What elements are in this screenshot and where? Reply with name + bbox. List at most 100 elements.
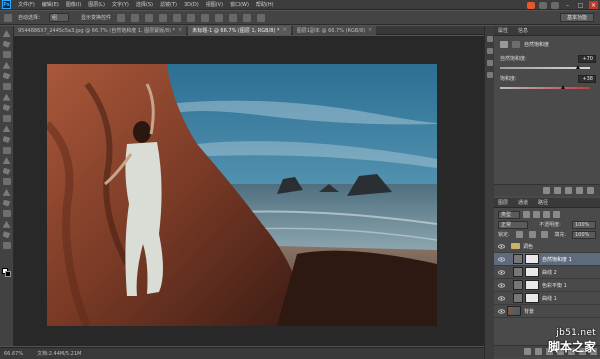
tray-icon[interactable] xyxy=(551,1,559,9)
align-middle-icon[interactable] xyxy=(131,13,140,22)
menu-filter[interactable]: 滤镜(T) xyxy=(160,1,177,8)
minimize-icon[interactable]: – xyxy=(563,1,572,9)
tab-paths[interactable]: 路径 xyxy=(538,199,548,206)
blend-mode-select[interactable]: 正常 xyxy=(498,220,528,229)
tab-document-2[interactable]: 未标题-1 @ 66.7% (图层 1, RGB/8) * × xyxy=(188,25,291,35)
menu-3d[interactable]: 3D(D) xyxy=(184,2,199,8)
zoom-tool-icon[interactable] xyxy=(2,231,11,239)
tray-icon[interactable] xyxy=(539,1,547,9)
filter-shape-icon[interactable] xyxy=(553,211,560,218)
filter-pixel-icon[interactable] xyxy=(523,211,530,218)
workspace-select[interactable]: 基本功能 xyxy=(560,13,594,22)
character-icon[interactable] xyxy=(486,60,493,66)
layer-row-group[interactable]: 调色 xyxy=(494,240,600,253)
vibrance-slider-thumb[interactable] xyxy=(576,65,580,69)
align-center-icon[interactable] xyxy=(173,13,182,22)
distribute-icon[interactable] xyxy=(201,13,210,22)
eye-icon[interactable] xyxy=(497,268,505,276)
menu-view[interactable]: 视图(V) xyxy=(206,1,223,8)
marquee-tool-icon[interactable] xyxy=(2,40,11,48)
brush-tool-icon[interactable] xyxy=(2,104,11,112)
shape-tool-icon[interactable] xyxy=(2,210,11,218)
align-right-icon[interactable] xyxy=(187,13,196,22)
eye-icon[interactable] xyxy=(497,242,505,250)
view-previous-icon[interactable] xyxy=(554,187,561,194)
more-tools-icon[interactable] xyxy=(2,241,11,249)
tab-document-1[interactable]: 9544886X7_2445c5a3.jpg @ 66.7% (自然饱和度 1,… xyxy=(14,25,187,35)
align-left-icon[interactable] xyxy=(159,13,168,22)
saturation-slider[interactable] xyxy=(500,85,590,89)
pen-tool-icon[interactable] xyxy=(2,178,11,186)
tab-info[interactable]: 信息 xyxy=(518,27,528,34)
lock-position-icon[interactable] xyxy=(528,231,536,238)
clone-stamp-tool-icon[interactable] xyxy=(2,114,11,122)
close-icon[interactable]: × xyxy=(589,1,598,9)
eye-icon[interactable] xyxy=(497,307,505,315)
eyedropper-tool-icon[interactable] xyxy=(2,82,11,90)
align-top-icon[interactable] xyxy=(117,13,126,22)
filter-type-icon[interactable] xyxy=(543,211,550,218)
actions-icon[interactable] xyxy=(486,48,493,54)
dodge-tool-icon[interactable] xyxy=(2,167,11,175)
align-bottom-icon[interactable] xyxy=(145,13,154,22)
vibrance-input[interactable]: +70 xyxy=(578,54,596,63)
document-photo[interactable] xyxy=(47,64,437,326)
tab-properties[interactable]: 属性 xyxy=(498,27,508,34)
type-tool-icon[interactable] xyxy=(2,188,11,196)
sogou-icon[interactable] xyxy=(527,1,535,9)
mask-thumbnail[interactable] xyxy=(525,280,539,290)
menu-help[interactable]: 帮助(H) xyxy=(256,1,274,8)
healing-brush-tool-icon[interactable] xyxy=(2,93,11,101)
close-icon[interactable]: × xyxy=(368,27,372,33)
menu-image[interactable]: 图像(I) xyxy=(66,1,81,8)
layer-row-color-balance[interactable]: 色彩平衡 1 xyxy=(494,279,600,292)
mask-thumbnail[interactable] xyxy=(525,293,539,303)
mask-thumbnail[interactable] xyxy=(525,254,539,264)
menu-layer[interactable]: 图层(L) xyxy=(88,1,105,8)
close-icon[interactable]: × xyxy=(283,27,287,33)
tab-layers[interactable]: 图层 xyxy=(498,199,508,206)
menu-window[interactable]: 窗口(W) xyxy=(230,1,249,8)
trash-icon[interactable] xyxy=(587,187,594,194)
menu-file[interactable]: 文件(F) xyxy=(18,1,35,8)
fill-input[interactable]: 100% xyxy=(571,230,596,239)
3d-mode-icon[interactable] xyxy=(257,13,266,22)
lock-transparent-icon[interactable] xyxy=(515,231,523,238)
auto-select-dropdown[interactable]: 组 xyxy=(49,13,70,22)
maximize-icon[interactable]: □ xyxy=(576,1,585,9)
saturation-slider-thumb[interactable] xyxy=(561,85,565,89)
close-icon[interactable]: × xyxy=(178,27,182,33)
eye-icon[interactable] xyxy=(497,255,505,263)
layer-row-vibrance[interactable]: 自然饱和度 1 xyxy=(494,253,600,266)
history-brush-tool-icon[interactable] xyxy=(2,125,11,133)
eye-icon[interactable] xyxy=(497,281,505,289)
vibrance-slider[interactable] xyxy=(500,65,590,69)
eye-icon[interactable] xyxy=(497,294,505,302)
menu-select[interactable]: 选择(S) xyxy=(136,1,153,8)
gradient-tool-icon[interactable] xyxy=(2,146,11,154)
quick-select-tool-icon[interactable] xyxy=(2,61,11,69)
background-color-swatch[interactable] xyxy=(5,271,11,277)
layer-row-curves-1[interactable]: 曲线 1 xyxy=(494,292,600,305)
history-icon[interactable] xyxy=(486,36,493,42)
distribute-icon[interactable] xyxy=(215,13,224,22)
clip-to-layer-icon[interactable] xyxy=(543,187,550,194)
eraser-tool-icon[interactable] xyxy=(2,135,11,143)
move-tool-icon[interactable] xyxy=(4,13,12,22)
saturation-input[interactable]: +38 xyxy=(578,74,596,83)
path-select-tool-icon[interactable] xyxy=(2,199,11,207)
tab-document-3[interactable]: 图层1副本 @ 66.7% (RGB/8) × xyxy=(292,25,377,35)
menu-type[interactable]: 文字(Y) xyxy=(112,1,129,8)
mask-thumbnail[interactable] xyxy=(525,267,539,277)
3d-mode-icon[interactable] xyxy=(243,13,252,22)
move-tool-icon[interactable] xyxy=(2,30,11,37)
layer-row-background[interactable]: 背景 xyxy=(494,305,600,318)
menu-edit[interactable]: 编辑(E) xyxy=(42,1,59,8)
hand-tool-icon[interactable] xyxy=(2,220,11,228)
filter-adjust-icon[interactable] xyxy=(533,211,540,218)
reset-icon[interactable] xyxy=(565,187,572,194)
layer-row-curves-2[interactable]: 曲线 2 xyxy=(494,266,600,279)
mask-icon[interactable] xyxy=(512,40,520,48)
tab-channels[interactable]: 通道 xyxy=(518,199,528,206)
layer-kind-filter[interactable]: 类型 xyxy=(498,210,520,219)
